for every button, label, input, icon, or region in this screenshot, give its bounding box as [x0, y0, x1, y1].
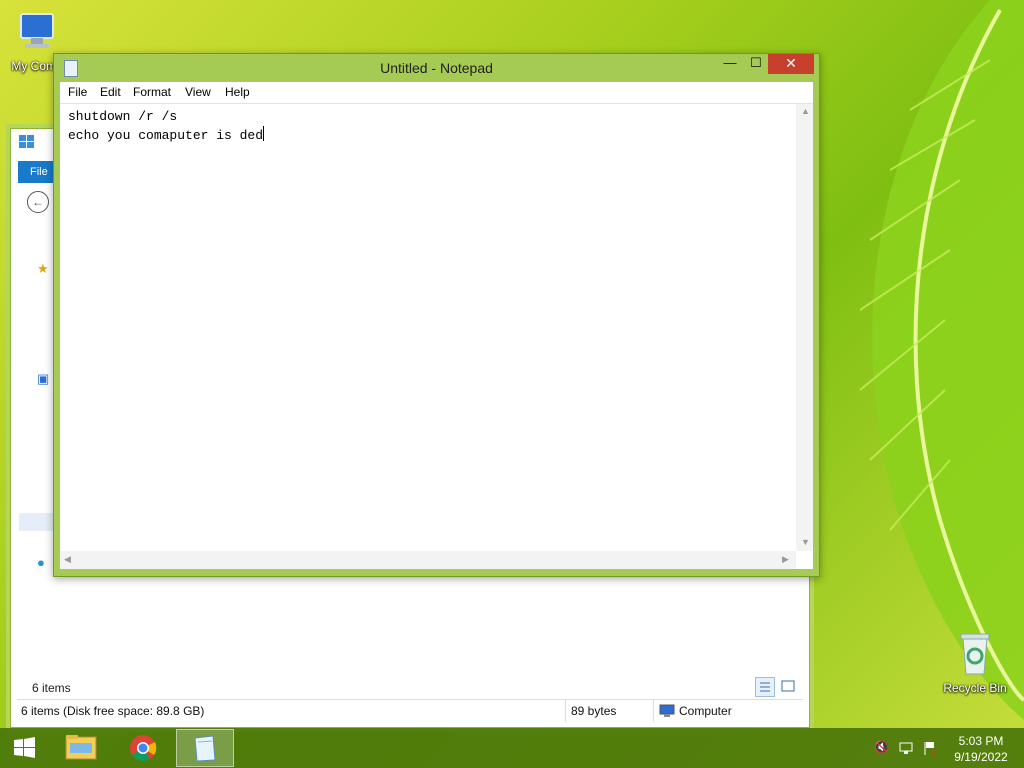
- svg-text:x: x: [931, 748, 936, 756]
- menu-edit[interactable]: Edit: [100, 85, 121, 99]
- status-size: 89 bytes: [571, 704, 617, 718]
- menu-bar: File Edit Format View Help: [60, 82, 813, 104]
- explorer-statusbar: 6 items (Disk free space: 89.8 GB) 89 by…: [17, 699, 803, 722]
- menu-format[interactable]: Format: [133, 85, 171, 99]
- taskbar-file-explorer[interactable]: [58, 729, 104, 767]
- details-view-button[interactable]: [755, 677, 775, 697]
- network-globe-icon[interactable]: ●: [37, 555, 45, 570]
- notepad-icon: [177, 735, 233, 768]
- status-divider: [653, 700, 654, 722]
- start-button[interactable]: [4, 729, 44, 767]
- nav-selected-item[interactable]: [19, 513, 55, 531]
- text-caret: [263, 126, 265, 141]
- scroll-left-icon[interactable]: ◀: [64, 554, 71, 565]
- desktop-icon-label: Recycle Bin: [943, 681, 1007, 695]
- minimize-icon: —: [723, 55, 737, 70]
- action-center-flag-icon[interactable]: x: [922, 740, 938, 757]
- menu-help[interactable]: Help: [225, 85, 250, 99]
- close-button[interactable]: ✕: [768, 54, 814, 74]
- chrome-icon: [120, 735, 166, 768]
- status-location: Computer: [679, 704, 732, 718]
- notepad-window[interactable]: Untitled - Notepad — ☐ ✕ File Edit Forma…: [53, 53, 820, 577]
- system-clock[interactable]: 5:03 PM 9/19/2022: [948, 733, 1014, 765]
- maximize-icon: ☐: [750, 55, 762, 70]
- recycle-bin-icon: [955, 633, 995, 679]
- text-editor-area[interactable]: shutdown /r /s echo you comaputer is ded…: [60, 104, 813, 569]
- desktop-icon-recycle-bin[interactable]: Recycle Bin: [940, 630, 1010, 695]
- computer-nav-icon[interactable]: ▣: [37, 371, 49, 387]
- window-title: Untitled - Notepad: [380, 60, 493, 76]
- scroll-right-icon[interactable]: ▶: [782, 554, 789, 565]
- wallpaper-leaf: [800, 0, 1024, 730]
- maximize-button[interactable]: ☐: [744, 54, 768, 74]
- network-icon[interactable]: [898, 740, 914, 756]
- folder-icon: [58, 735, 104, 768]
- clock-date: 9/19/2022: [954, 750, 1008, 764]
- favorites-star-icon[interactable]: ★: [37, 261, 49, 277]
- menu-file[interactable]: File: [68, 85, 87, 99]
- taskbar: 🔇 x 5:03 PM 9/19/2022: [0, 728, 1024, 768]
- explorer-app-icon: [19, 135, 35, 149]
- back-button[interactable]: ←: [27, 191, 49, 213]
- taskbar-chrome[interactable]: [120, 729, 166, 767]
- vertical-scrollbar[interactable]: ▲ ▼: [796, 104, 813, 551]
- computer-icon: [17, 13, 57, 57]
- scroll-up-icon[interactable]: ▲: [801, 106, 810, 116]
- minimize-button[interactable]: —: [718, 54, 742, 74]
- taskbar-notepad[interactable]: [176, 729, 234, 767]
- windows-logo-icon: [4, 737, 44, 768]
- large-icons-view-icon: [779, 680, 797, 698]
- editor-content: shutdown /r /s echo you comaputer is ded: [68, 108, 265, 145]
- large-icons-view-button[interactable]: [779, 677, 797, 695]
- computer-small-icon: [659, 704, 675, 718]
- editor-line: echo you comaputer is ded: [68, 128, 264, 143]
- details-view-icon: [756, 682, 774, 699]
- close-icon: ✕: [785, 55, 797, 71]
- volume-muted-icon[interactable]: 🔇: [874, 740, 890, 756]
- items-count: 6 items: [32, 681, 71, 695]
- scroll-down-icon[interactable]: ▼: [801, 537, 810, 547]
- editor-line: shutdown /r /s: [68, 109, 178, 124]
- clock-time: 5:03 PM: [958, 734, 1004, 748]
- status-divider: [565, 700, 566, 722]
- status-summary: 6 items (Disk free space: 89.8 GB): [21, 704, 205, 718]
- ribbon-file-tab[interactable]: File: [18, 161, 58, 183]
- menu-view[interactable]: View: [185, 85, 211, 99]
- arrow-left-icon: ←: [32, 195, 44, 209]
- horizontal-scrollbar[interactable]: ◀ ▶: [60, 551, 796, 569]
